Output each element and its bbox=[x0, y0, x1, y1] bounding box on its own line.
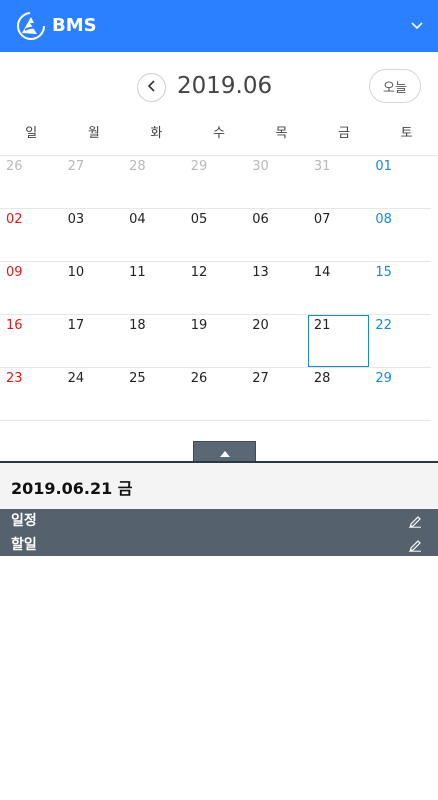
calendar-day[interactable]: 03 bbox=[62, 209, 124, 261]
calendar-day[interactable]: 10 bbox=[62, 262, 124, 314]
calendar-day[interactable]: 08 bbox=[369, 209, 431, 261]
selected-date-title: 2019.06.21 금 bbox=[11, 479, 133, 498]
weekday-label: 일 bbox=[25, 126, 38, 141]
weekday-label: 화 bbox=[150, 126, 163, 141]
calendar-week: 16 17 18 19 20 21 22 bbox=[0, 315, 431, 368]
calendar-day[interactable]: 20 bbox=[246, 315, 308, 367]
calendar-grid: 26 27 28 29 30 31 01 02 03 04 05 06 07 0… bbox=[0, 156, 438, 421]
calendar-day[interactable]: 01 bbox=[369, 156, 431, 208]
calendar-day[interactable]: 14 bbox=[308, 262, 370, 314]
pencil-icon[interactable] bbox=[406, 512, 424, 530]
caret-up-icon bbox=[219, 442, 230, 461]
todo-label: 할일 bbox=[11, 536, 37, 553]
today-button[interactable]: 오늘 bbox=[369, 69, 421, 103]
calendar-day[interactable]: 26 bbox=[185, 368, 247, 420]
calendar-day[interactable]: 17 bbox=[62, 315, 124, 367]
calendar-day[interactable]: 27 bbox=[62, 156, 124, 208]
calendar-day[interactable]: 13 bbox=[246, 262, 308, 314]
calendar-day[interactable]: 22 bbox=[369, 315, 431, 367]
calendar-day[interactable]: 18 bbox=[123, 315, 185, 367]
bms-logo-icon bbox=[16, 11, 46, 41]
collapse-calendar-button[interactable] bbox=[193, 441, 256, 462]
calendar-day[interactable]: 19 bbox=[185, 315, 247, 367]
calendar-day[interactable]: 12 bbox=[185, 262, 247, 314]
weekday-header: 일 월 화 수 목 금 토 bbox=[0, 122, 438, 156]
calendar-day[interactable]: 28 bbox=[123, 156, 185, 208]
calendar-week: 23 24 25 26 27 28 29 bbox=[0, 368, 431, 421]
detail-sections: 일정 할일 bbox=[0, 509, 438, 556]
calendar-day[interactable]: 07 bbox=[308, 209, 370, 261]
schedule-section: 일정 bbox=[0, 509, 438, 533]
calendar-day[interactable]: 27 bbox=[246, 368, 308, 420]
calendar-week: 02 03 04 05 06 07 08 bbox=[0, 209, 431, 262]
calendar-day[interactable]: 24 bbox=[62, 368, 124, 420]
calendar-day[interactable]: 11 bbox=[123, 262, 185, 314]
weekday-label: 금 bbox=[338, 126, 351, 141]
calendar-day[interactable]: 25 bbox=[123, 368, 185, 420]
schedule-label: 일정 bbox=[11, 513, 37, 529]
chevron-down-icon[interactable] bbox=[404, 16, 430, 36]
calendar-day-selected[interactable]: 21 bbox=[307, 315, 370, 367]
weekday-label: 목 bbox=[275, 126, 288, 141]
selected-date-panel: 2019.06.21 금 bbox=[0, 463, 438, 509]
calendar-day[interactable]: 31 bbox=[308, 156, 370, 208]
calendar-day[interactable]: 05 bbox=[185, 209, 247, 261]
calendar-day[interactable]: 09 bbox=[0, 262, 62, 314]
calendar-day[interactable]: 06 bbox=[246, 209, 308, 261]
app-header: BMS bbox=[0, 0, 438, 52]
calendar-day[interactable]: 23 bbox=[0, 368, 62, 420]
calendar-day[interactable]: 29 bbox=[369, 368, 431, 420]
weekday-label: 수 bbox=[212, 126, 225, 141]
todo-section: 할일 bbox=[0, 533, 438, 557]
calendar-day[interactable]: 15 bbox=[369, 262, 431, 314]
pencil-icon[interactable] bbox=[406, 536, 424, 554]
chevron-left-icon bbox=[147, 78, 157, 97]
calendar-day[interactable]: 28 bbox=[308, 368, 370, 420]
weekday-label: 토 bbox=[400, 126, 413, 141]
calendar-day[interactable]: 04 bbox=[123, 209, 185, 261]
calendar-week: 09 10 11 12 13 14 15 bbox=[0, 262, 431, 315]
calendar-day[interactable]: 02 bbox=[0, 209, 62, 261]
calendar-day[interactable]: 26 bbox=[0, 156, 62, 208]
weekday-label: 월 bbox=[87, 126, 100, 141]
calendar-day[interactable]: 29 bbox=[185, 156, 247, 208]
calendar-day[interactable]: 16 bbox=[0, 315, 62, 367]
month-title: 2019.06 bbox=[177, 73, 273, 99]
calendar-day[interactable]: 30 bbox=[246, 156, 308, 208]
app-title: BMS bbox=[52, 15, 97, 36]
prev-month-button[interactable] bbox=[137, 73, 166, 102]
month-navigation: 2019.06 오늘 bbox=[0, 52, 438, 122]
calendar-week: 26 27 28 29 30 31 01 bbox=[0, 156, 431, 209]
